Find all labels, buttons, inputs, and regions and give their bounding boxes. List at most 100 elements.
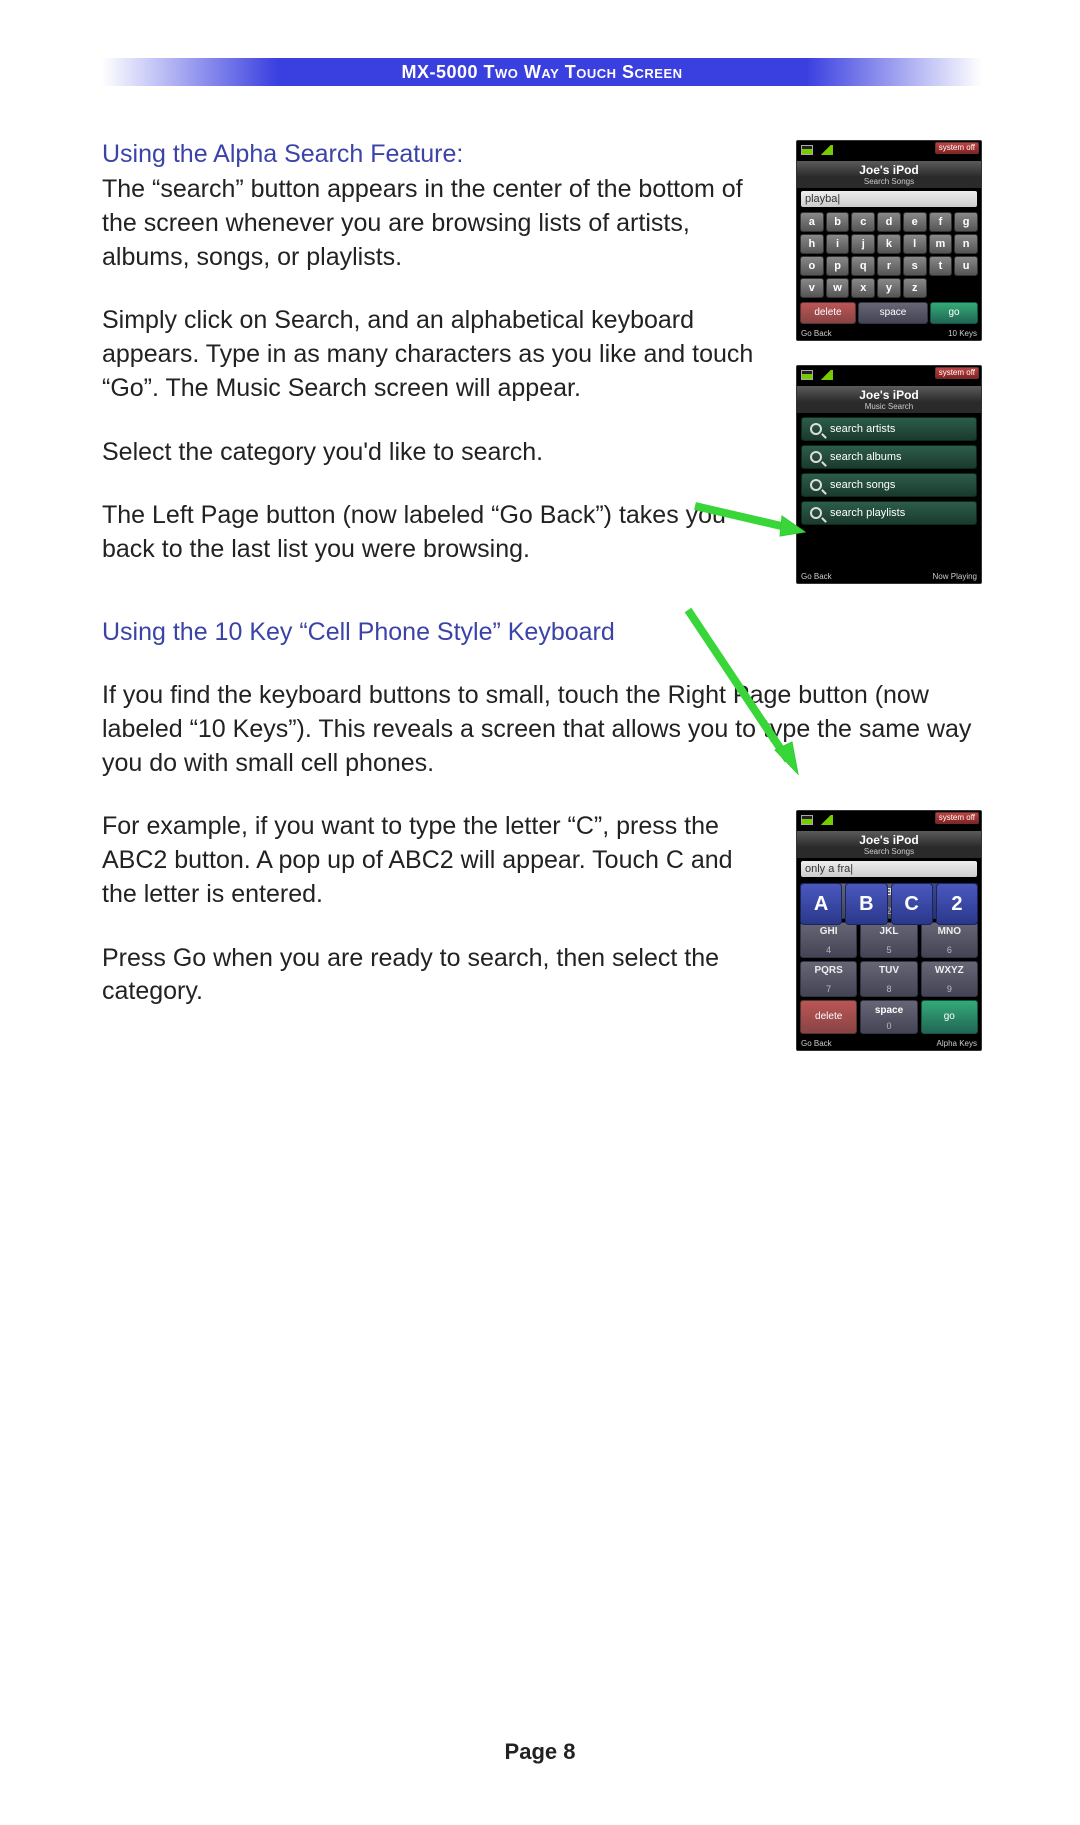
tenkey-digit: 5 xyxy=(861,945,916,955)
key-a[interactable]: a xyxy=(800,212,824,232)
search-icon xyxy=(810,479,822,491)
arrow-to-categories xyxy=(690,498,810,538)
tenkey-6[interactable]: MNO 6 xyxy=(921,922,978,958)
key-q[interactable]: q xyxy=(851,256,875,276)
key-h[interactable]: h xyxy=(800,234,824,254)
key-r[interactable]: r xyxy=(877,256,901,276)
footer-go-back[interactable]: Go Back xyxy=(801,329,832,338)
popup-key-C[interactable]: C xyxy=(891,883,933,925)
key-g[interactable]: g xyxy=(954,212,978,232)
key-w[interactable]: w xyxy=(826,278,850,298)
section-heading-10key: Using the 10 Key “Cell Phone Style” Keyb… xyxy=(102,618,982,647)
search-item-3[interactable]: search playlists xyxy=(801,501,977,525)
content: Using the Alpha Search Feature: The “sea… xyxy=(102,140,982,1075)
search-item-2[interactable]: search songs xyxy=(801,473,977,497)
battery-icon xyxy=(801,370,813,380)
arrow-to-go-back xyxy=(680,600,808,780)
key-d[interactable]: d xyxy=(877,212,901,232)
signal-icon xyxy=(819,370,833,380)
footer-go-back[interactable]: Go Back xyxy=(801,572,832,581)
key-z[interactable]: z xyxy=(903,278,927,298)
footer-alpha-keys[interactable]: Alpha Keys xyxy=(937,1039,977,1048)
footer-10-keys[interactable]: 10 Keys xyxy=(948,329,977,338)
para-1: The “search” button appears in the cente… xyxy=(102,173,772,274)
tenkey-digit: 9 xyxy=(922,984,977,994)
popup-key-B[interactable]: B xyxy=(845,883,887,925)
tenkey-letters: GHI xyxy=(801,923,856,937)
key-f[interactable]: f xyxy=(929,212,953,232)
para-7: Press Go when you are ready to search, t… xyxy=(102,942,772,1010)
search-item-label: search artists xyxy=(830,423,895,435)
search-icon xyxy=(810,423,822,435)
key-e[interactable]: e xyxy=(903,212,927,232)
go-button[interactable]: go xyxy=(930,302,978,324)
device-title: Joe's iPod xyxy=(797,386,981,402)
tenkey-digit: 6 xyxy=(922,945,977,955)
key-m[interactable]: m xyxy=(929,234,953,254)
alpha-key-grid: abcdefg hijklmn opqrstu vwxyz xyxy=(797,210,981,300)
search-icon xyxy=(810,451,822,463)
tenkey-letters: MNO xyxy=(922,923,977,937)
device-title: Joe's iPod xyxy=(797,831,981,847)
key-k[interactable]: k xyxy=(877,234,901,254)
delete-button[interactable]: delete xyxy=(800,1000,857,1034)
search-item-0[interactable]: search artists xyxy=(801,417,977,441)
screenshot-10key: system off Joe's iPod Search Songs only … xyxy=(796,810,982,1051)
battery-icon xyxy=(801,145,813,155)
key-i[interactable]: i xyxy=(826,234,850,254)
key-l[interactable]: l xyxy=(903,234,927,254)
key-o[interactable]: o xyxy=(800,256,824,276)
tenkey-letters: WXYZ xyxy=(922,962,977,976)
key-v[interactable]: v xyxy=(800,278,824,298)
footer-now-playing[interactable]: Now Playing xyxy=(933,572,977,581)
key-j[interactable]: j xyxy=(851,234,875,254)
tenkey-4[interactable]: GHI 4 xyxy=(800,922,857,958)
search-input[interactable]: only a fra| xyxy=(801,861,977,877)
key-b[interactable]: b xyxy=(826,212,850,232)
tenkey-8[interactable]: TUV8 xyxy=(860,961,917,997)
tenkey-letters: PQRS xyxy=(801,962,856,976)
tenkey-digit: 4 xyxy=(801,945,856,955)
search-item-label: search songs xyxy=(830,479,895,491)
delete-button[interactable]: delete xyxy=(800,302,856,324)
page-number: Page 8 xyxy=(0,1739,1080,1765)
key-y[interactable]: y xyxy=(877,278,901,298)
space-button[interactable]: space 0 xyxy=(860,1000,917,1034)
popup-key-2[interactable]: 2 xyxy=(936,883,978,925)
para-6: For example, if you want to type the let… xyxy=(102,810,772,911)
key-x[interactable]: x xyxy=(851,278,875,298)
signal-icon xyxy=(819,145,833,155)
device-subtitle: Search Songs xyxy=(797,847,981,858)
space-button[interactable]: space xyxy=(858,302,928,324)
key-t[interactable]: t xyxy=(929,256,953,276)
space-digit: 0 xyxy=(861,1021,916,1031)
device-subtitle: Music Search xyxy=(797,402,981,413)
search-input[interactable]: playba| xyxy=(801,191,977,207)
section-heading-alpha: Using the Alpha Search Feature: xyxy=(102,140,772,169)
tenkey-5[interactable]: JKL5 xyxy=(860,922,917,958)
key-u[interactable]: u xyxy=(954,256,978,276)
go-button[interactable]: go xyxy=(921,1000,978,1034)
key-p[interactable]: p xyxy=(826,256,850,276)
key-n[interactable]: n xyxy=(954,234,978,254)
key-c[interactable]: c xyxy=(851,212,875,232)
footer-go-back[interactable]: Go Back xyxy=(801,1039,832,1048)
device-subtitle: Search Songs xyxy=(797,177,981,188)
para-5: If you find the keyboard buttons to smal… xyxy=(102,679,982,780)
tenkey-7[interactable]: PQRS7 xyxy=(800,961,857,997)
system-off-button[interactable]: system off xyxy=(935,142,979,154)
search-item-1[interactable]: search albums xyxy=(801,445,977,469)
tenkey-9[interactable]: WXYZ 9 xyxy=(921,961,978,997)
para-3: Select the category you'd like to search… xyxy=(102,436,772,470)
screenshot-music-search: system off Joe's iPod Music Search searc… xyxy=(796,365,982,584)
device-title: Joe's iPod xyxy=(797,161,981,177)
battery-icon xyxy=(801,815,813,825)
search-category-list: search artists search albums search songs s… xyxy=(797,413,981,533)
key-s[interactable]: s xyxy=(903,256,927,276)
screenshot-alpha-keyboard: system off Joe's iPod Search Songs playb… xyxy=(796,140,982,341)
system-off-button[interactable]: system off xyxy=(935,812,979,824)
tenkey-letters: TUV xyxy=(861,962,916,976)
search-item-label: search playlists xyxy=(830,507,905,519)
popup-key-A[interactable]: A xyxy=(800,883,842,925)
system-off-button[interactable]: system off xyxy=(935,367,979,379)
